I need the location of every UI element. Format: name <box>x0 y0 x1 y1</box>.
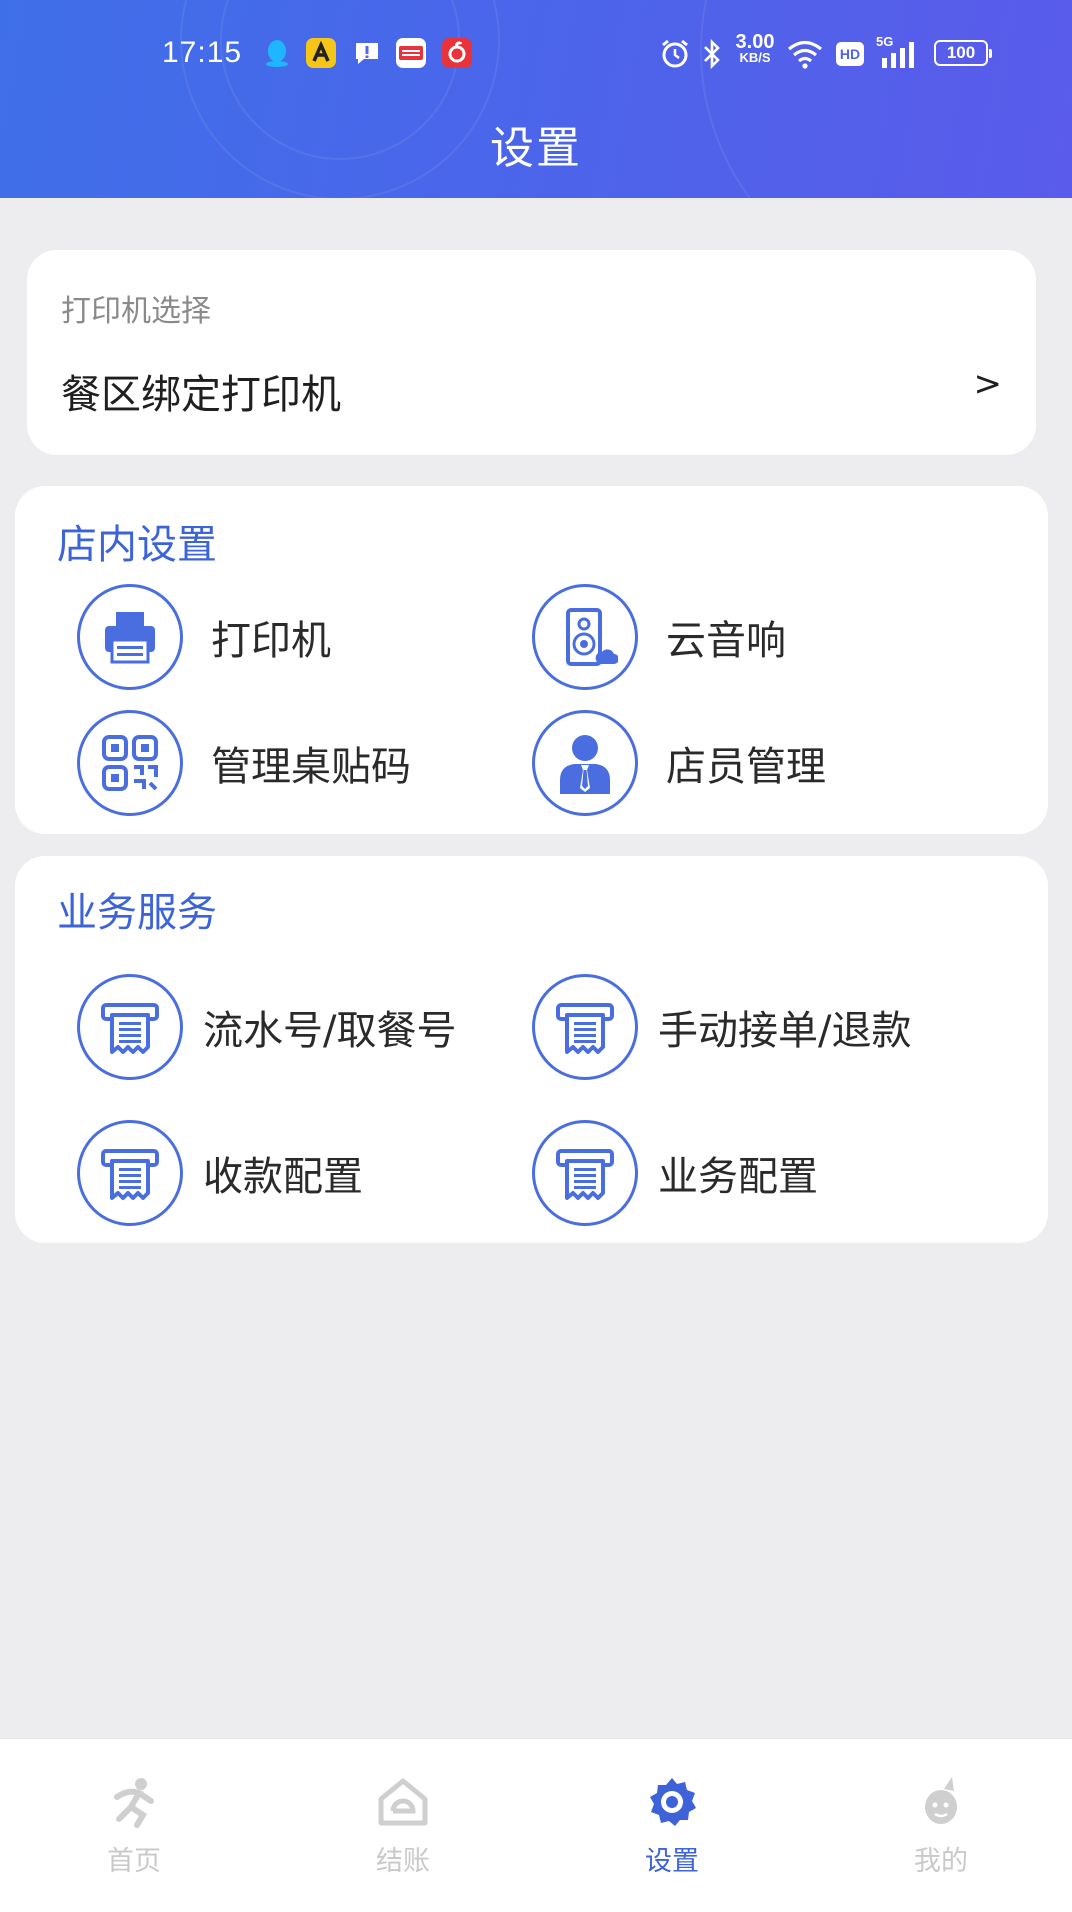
store-settings-card: 店内设置 打印机 云音响 管理桌贴码 店员管理 <box>15 486 1048 834</box>
biz-item-serial-number[interactable]: 流水号/取餐号 <box>77 974 456 1080</box>
home-runner-icon <box>114 1778 154 1828</box>
page-title: 设置 <box>490 123 582 174</box>
signal-icon <box>882 42 914 68</box>
nav-label: 我的 <box>914 1846 968 1877</box>
biz-item-manual-order-refund[interactable]: 手动接单/退款 <box>532 974 911 1080</box>
qr-code-icon <box>77 710 183 816</box>
biz-item-label: 流水号/取餐号 <box>203 1008 457 1054</box>
staff-icon <box>532 710 638 816</box>
store-item-label: 店员管理 <box>666 744 826 790</box>
network-speed: 3.00 KB/S <box>735 31 775 65</box>
printer-selection-hint: 打印机选择 <box>61 294 211 329</box>
business-services-title: 业务服务 <box>57 890 217 936</box>
netease-music-icon <box>442 38 472 68</box>
store-settings-title: 店内设置 <box>57 522 217 568</box>
chevron-right-icon: > <box>973 364 1003 404</box>
store-item-label: 云音响 <box>666 618 786 664</box>
store-item-printer[interactable]: 打印机 <box>77 584 331 690</box>
checkout-house-icon <box>378 1778 428 1826</box>
printer-selection-card: 打印机选择 餐区绑定打印机 > <box>27 250 1036 455</box>
status-time: 17:15 <box>162 36 243 69</box>
store-item-label: 管理桌贴码 <box>211 744 411 790</box>
wifi-icon <box>787 40 823 69</box>
biz-item-payment-config[interactable]: 收款配置 <box>77 1120 363 1226</box>
biz-item-label: 手动接单/退款 <box>658 1008 912 1054</box>
bluetooth-icon <box>704 38 720 70</box>
store-item-staff[interactable]: 店员管理 <box>532 710 826 816</box>
store-item-table-qr[interactable]: 管理桌贴码 <box>77 710 411 816</box>
nav-label: 设置 <box>645 1846 699 1877</box>
app-header: 17:15 3.00 KB/S HD 5G 100 设置 <box>0 0 1072 198</box>
bottom-nav: 首页 结账 设置 我的 <box>0 1738 1072 1912</box>
hd-badge: HD <box>836 42 864 66</box>
biz-item-label: 业务配置 <box>658 1154 818 1200</box>
speaker-icon <box>532 584 638 690</box>
battery-indicator: 100 <box>934 40 992 66</box>
qq-icon <box>266 40 288 67</box>
nav-label: 结账 <box>376 1846 430 1877</box>
profile-mascot-icon <box>925 1777 957 1824</box>
nav-tab-checkout[interactable]: 结账 <box>333 1775 473 1878</box>
app-a-icon <box>306 38 336 68</box>
receipt-icon <box>77 974 183 1080</box>
nav-tab-home[interactable]: 首页 <box>64 1775 204 1878</box>
receipt-icon <box>532 1120 638 1226</box>
message-icon <box>356 43 378 64</box>
nav-tab-settings[interactable]: 设置 <box>602 1775 742 1878</box>
gear-icon <box>650 1778 696 1826</box>
biz-item-business-config[interactable]: 业务配置 <box>532 1120 818 1226</box>
receipt-icon <box>77 1120 183 1226</box>
business-services-card: 业务服务 流水号/取餐号 手动接单/退款 收款配置 业务配置 <box>15 856 1048 1243</box>
nav-label: 首页 <box>107 1846 161 1877</box>
nav-tab-mine[interactable]: 我的 <box>871 1775 1011 1878</box>
status-bar: 17:15 3.00 KB/S HD 5G 100 <box>0 30 1072 80</box>
receipt-icon <box>532 974 638 1080</box>
biz-item-label: 收款配置 <box>203 1154 363 1200</box>
store-item-cloud-speaker[interactable]: 云音响 <box>532 584 786 690</box>
bind-printer-label: 餐区绑定打印机 <box>61 372 341 418</box>
toutiao-icon <box>396 38 426 68</box>
bind-printer-row[interactable]: 餐区绑定打印机 > <box>27 342 1036 432</box>
store-item-label: 打印机 <box>211 618 331 664</box>
printer-icon <box>77 584 183 690</box>
alarm-icon <box>662 39 688 68</box>
